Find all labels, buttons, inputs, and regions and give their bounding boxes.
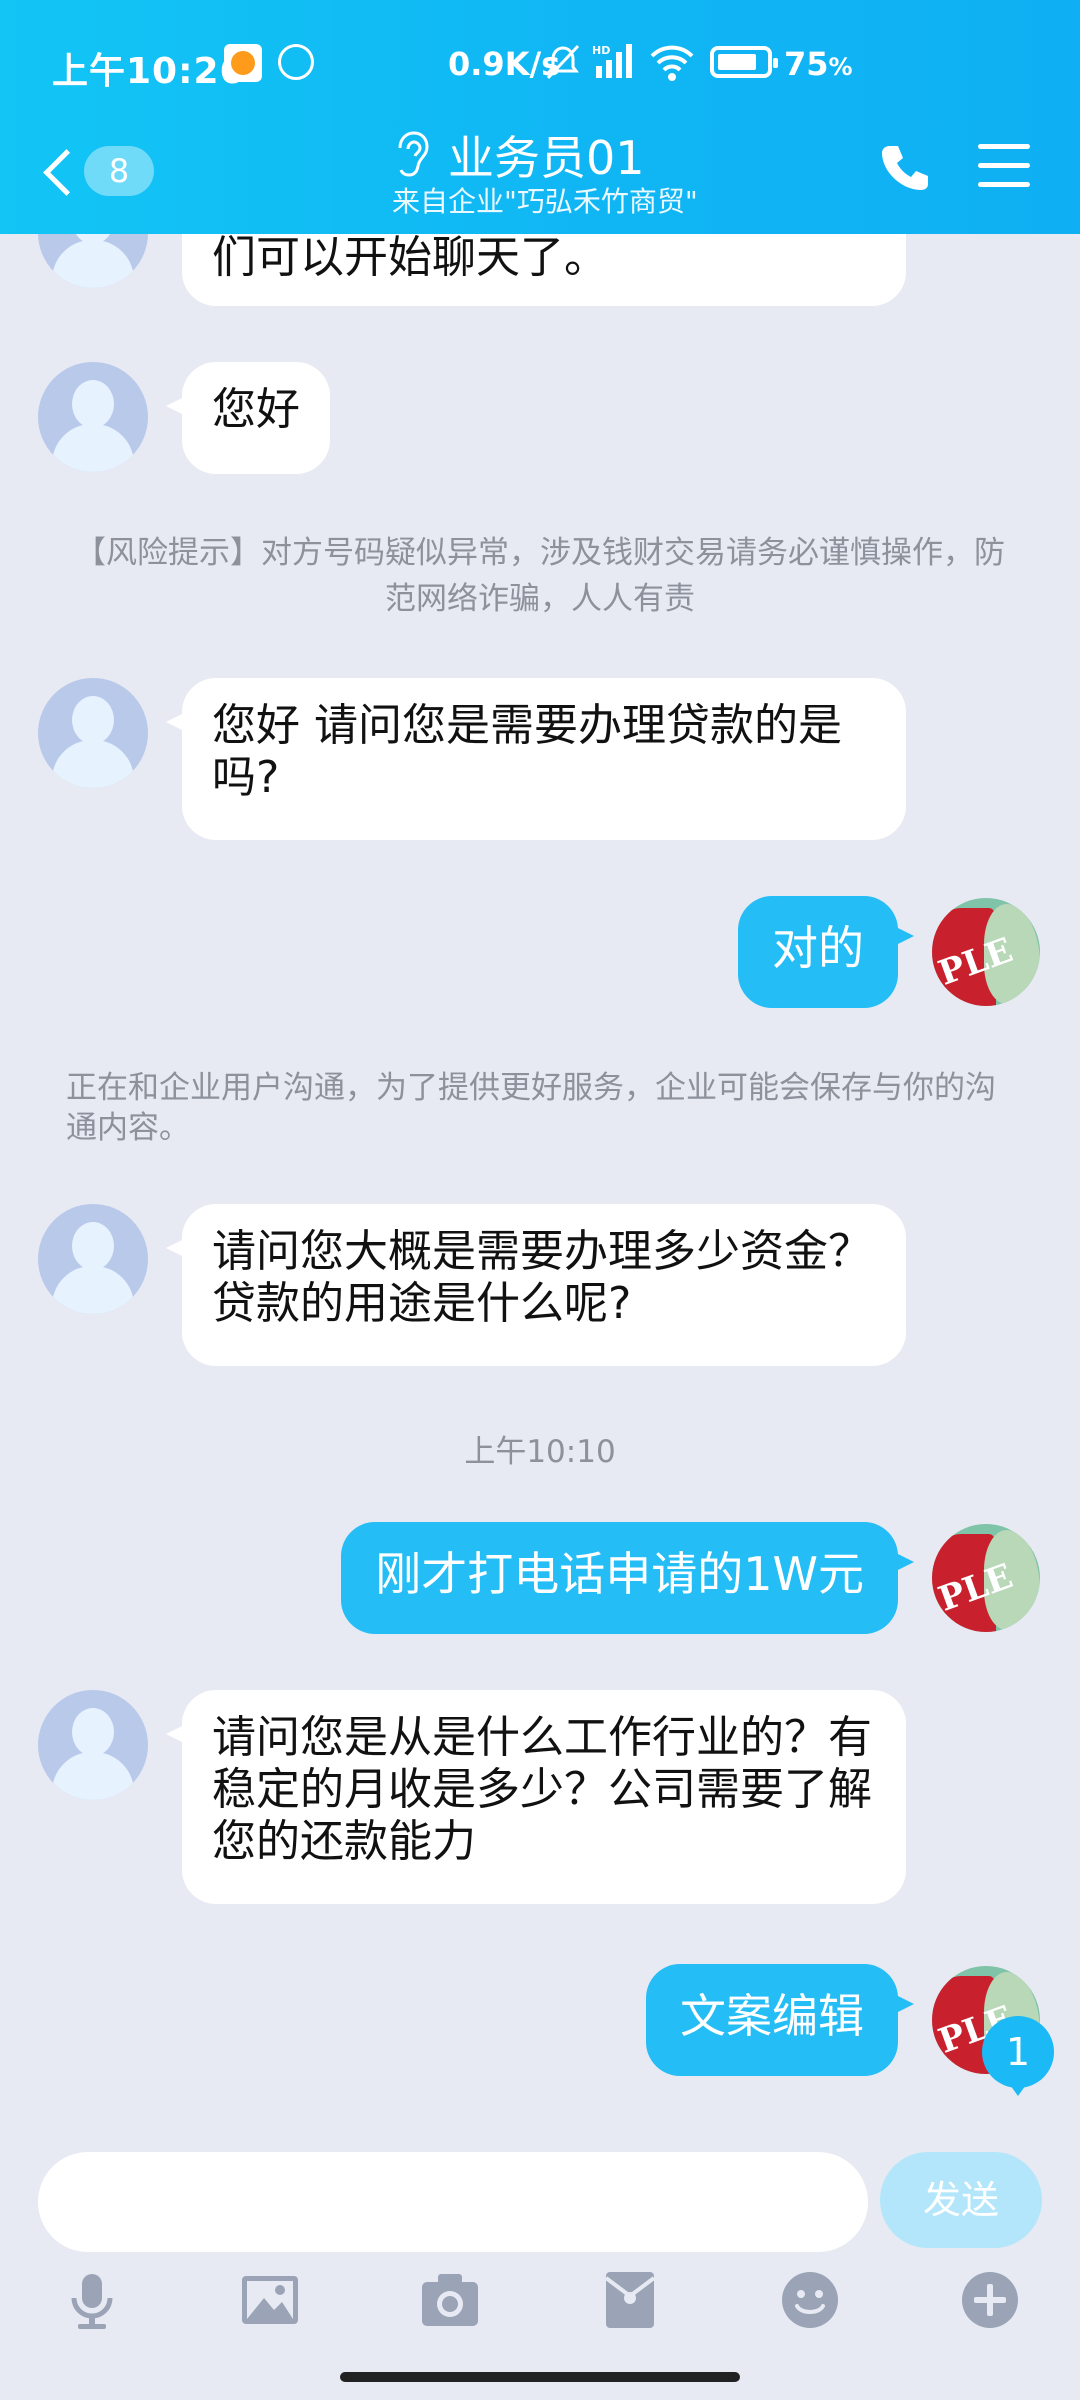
globe-icon: [278, 44, 314, 80]
new-message-badge[interactable]: 1: [982, 2016, 1054, 2096]
status-bar: 上午10:26 0.9K/s HD 75%: [0, 0, 1080, 118]
ear-icon: [398, 131, 429, 177]
chat-title-area[interactable]: 业务员01 来自企业"巧弘禾竹商贸": [380, 118, 720, 234]
phone-icon[interactable]: [876, 140, 932, 196]
menu-icon[interactable]: [978, 144, 1030, 190]
enterprise-notice: 正在和企业用户沟通，为了提供更好服务，企业可能会保存与你的沟通内容。: [66, 1070, 996, 1146]
message-bubble-left[interactable]: 请问您大概是需要办理多少资金？贷款的用途是什么呢?: [166, 1204, 906, 1366]
nav-bar: 8 业务员01 来自企业"巧弘禾竹商贸": [0, 118, 1080, 234]
chat-area[interactable]: 们可以开始聊天了。 您好 【风险提示】对方号码疑似异常，涉及钱财交易请务必谨慎操…: [0, 234, 1080, 2104]
self-avatar[interactable]: PLE: [932, 898, 1040, 1006]
home-indicator[interactable]: [340, 2372, 740, 2382]
red-packet-icon[interactable]: [598, 2268, 662, 2332]
unread-count-badge: 8: [84, 146, 154, 196]
chat-toolbar: [0, 2254, 1080, 2354]
contact-avatar[interactable]: [38, 362, 148, 472]
camera-icon[interactable]: [418, 2268, 482, 2332]
send-button[interactable]: 发送: [880, 2152, 1042, 2248]
status-time: 上午10:26: [52, 51, 246, 92]
chevron-left-icon: [43, 149, 90, 196]
signal-icon: HD: [592, 44, 632, 78]
message-input[interactable]: [38, 2152, 868, 2252]
message-bubble-right[interactable]: 刚才打电话申请的1W元: [341, 1522, 914, 1634]
microphone-icon[interactable]: [60, 2268, 124, 2332]
plus-icon[interactable]: [958, 2268, 1022, 2332]
emoji-icon[interactable]: [778, 2268, 842, 2332]
message-bubble-left[interactable]: 请问您是从是什么工作行业的？有稳定的月收是多少？公司需要了解您的还款能力: [166, 1690, 906, 1904]
image-icon[interactable]: [238, 2268, 302, 2332]
chat-subtitle: 来自企业"巧弘禾竹商贸": [392, 185, 698, 218]
header: 上午10:26 0.9K/s HD 75% 8 业务员01 来自企业"巧弘禾竹商…: [0, 0, 1080, 234]
contact-avatar[interactable]: [38, 234, 148, 288]
battery-percent: 75%: [784, 45, 853, 83]
mute-bell-icon: [546, 44, 580, 80]
back-button[interactable]: 8: [40, 138, 160, 202]
message-bubble-right[interactable]: 文案编辑: [646, 1964, 914, 2076]
risk-warning-notice: 【风险提示】对方号码疑似异常，涉及钱财交易请务必谨慎操作，防范网络诈骗，人人有责: [75, 535, 1005, 617]
battery-icon: [710, 46, 778, 78]
message-bubble-left[interactable]: 您好 请问您是需要办理贷款的是吗?: [166, 678, 906, 840]
message-bubble-right[interactable]: 对的: [738, 896, 914, 1008]
contact-avatar[interactable]: [38, 1690, 148, 1800]
message-bubble-left[interactable]: 您好: [166, 362, 330, 474]
svg-text:HD: HD: [592, 44, 610, 57]
self-avatar[interactable]: PLE: [932, 1524, 1040, 1632]
app-notification-icon: [224, 44, 262, 82]
contact-avatar[interactable]: [38, 678, 148, 788]
chat-title: 业务员01: [448, 131, 645, 185]
wifi-icon: [650, 45, 694, 81]
message-bubble-left[interactable]: 们可以开始聊天了。: [182, 234, 906, 306]
contact-avatar[interactable]: [38, 1204, 148, 1314]
message-timestamp: 上午10:10: [464, 1434, 616, 1470]
input-bar: 发送: [0, 2114, 1080, 2254]
